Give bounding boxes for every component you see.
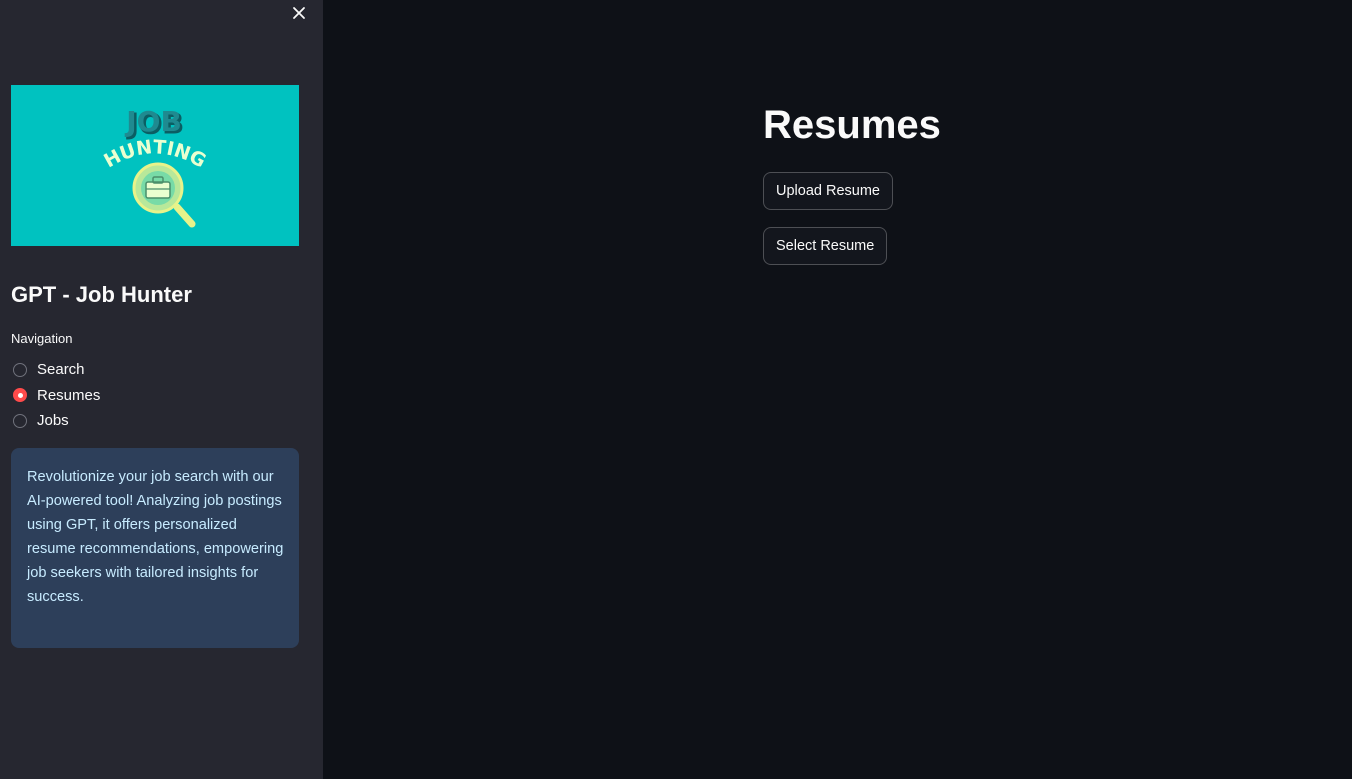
radio-button-unchecked[interactable] — [13, 362, 27, 377]
nav-option-label: Resumes — [37, 386, 101, 404]
select-resume-button[interactable]: Select Resume — [763, 227, 888, 265]
navigation-radio-group: Search Resumes Jobs — [11, 357, 291, 434]
upload-resume-button[interactable]: Upload Resume — [763, 172, 893, 210]
radio-button-checked[interactable] — [13, 388, 27, 403]
info-box: Revolutionize your job search with our A… — [11, 448, 299, 648]
radio-button-unchecked[interactable] — [13, 413, 27, 428]
logo-line1-face: JOB — [124, 105, 182, 138]
nav-option-resumes[interactable]: Resumes — [11, 383, 291, 409]
navigation-label: Navigation — [11, 331, 73, 346]
main-content: Resumes Upload Resume Select Resume — [323, 0, 1352, 779]
page-title: Resumes — [763, 103, 941, 147]
job-hunting-logo: JOB JOB HUNTING — [11, 85, 299, 246]
nav-option-jobs[interactable]: Jobs — [11, 408, 291, 434]
nav-option-label: Jobs — [37, 412, 69, 430]
nav-option-label: Search — [37, 361, 85, 379]
sidebar: JOB JOB HUNTING GPT - Job Hunter Navigat… — [0, 0, 323, 779]
app-window: JOB JOB HUNTING GPT - Job Hunter Navigat… — [0, 0, 1352, 779]
close-icon — [293, 7, 305, 19]
close-sidebar-button[interactable] — [289, 3, 309, 23]
app-title: GPT - Job Hunter — [11, 282, 192, 307]
nav-option-search[interactable]: Search — [11, 357, 291, 383]
